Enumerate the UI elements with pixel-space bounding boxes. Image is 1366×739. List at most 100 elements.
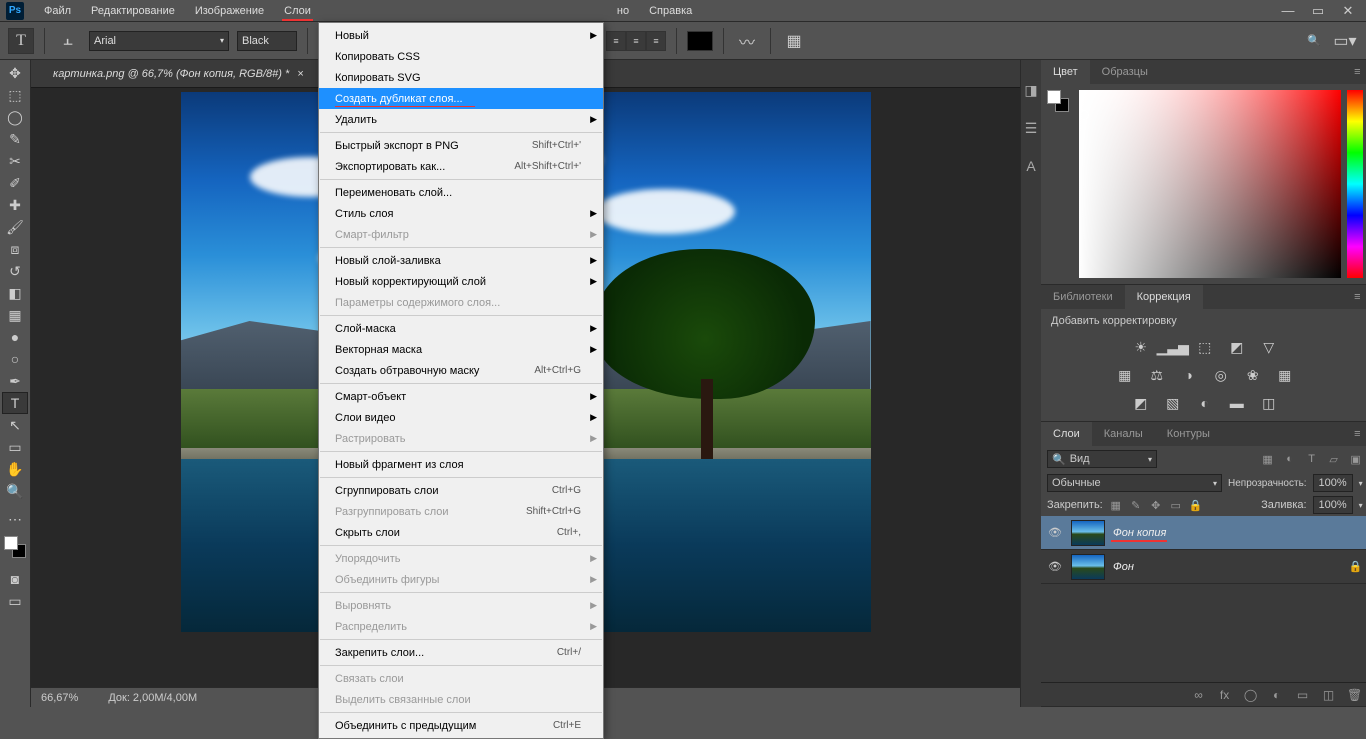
bw-icon[interactable]: ◑ <box>1178 365 1200 385</box>
tab-close-icon[interactable]: × <box>297 68 303 80</box>
workspace-icon[interactable]: ▭▾ <box>1332 28 1358 54</box>
filter-type-select[interactable]: 🔍Вид▾ <box>1047 450 1157 468</box>
stamp-tool-icon[interactable]: ⧈ <box>2 238 28 260</box>
menu-item[interactable]: Скрыть слоиCtrl+, <box>319 522 603 543</box>
panel-menu-icon[interactable]: ≡ <box>1346 291 1366 303</box>
lasso-tool-icon[interactable]: ◯ <box>2 106 28 128</box>
blend-mode-select[interactable]: Обычные▾ <box>1047 474 1222 492</box>
layer-name[interactable]: Фон копия <box>1113 527 1166 539</box>
zoom-tool-icon[interactable]: 🔍 <box>2 480 28 502</box>
group-icon[interactable]: ▭ <box>1295 688 1311 702</box>
selective-icon[interactable]: ◫ <box>1258 393 1280 413</box>
panels-icon[interactable]: ▦ <box>781 28 807 54</box>
balance-icon[interactable]: ⚖ <box>1146 365 1168 385</box>
menu-help[interactable]: Справка <box>639 2 702 20</box>
trash-icon[interactable]: 🗑 <box>1347 688 1363 702</box>
menu-item[interactable]: Копировать SVG <box>319 67 603 88</box>
font-style-select[interactable]: Black <box>237 31 297 51</box>
quick-select-tool-icon[interactable]: ✎ <box>2 128 28 150</box>
gradient-tool-icon[interactable]: ▦ <box>2 304 28 326</box>
close-icon[interactable]: ✕ <box>1334 2 1362 20</box>
vibrance-icon[interactable]: ▽ <box>1258 337 1280 357</box>
tab-adjustments[interactable]: Коррекция <box>1125 285 1203 309</box>
menu-item[interactable]: Копировать CSS <box>319 46 603 67</box>
zoom-level[interactable]: 66,67% <box>41 692 78 704</box>
threshold-icon[interactable]: ◐ <box>1194 393 1216 413</box>
pen-tool-icon[interactable]: ✒ <box>2 370 28 392</box>
rectangle-tool-icon[interactable]: ▭ <box>2 436 28 458</box>
mixer-icon[interactable]: ❀ <box>1242 365 1264 385</box>
hand-tool-icon[interactable]: ✋ <box>2 458 28 480</box>
crop-tool-icon[interactable]: ✂ <box>2 150 28 172</box>
menu-window[interactable]: но <box>607 2 639 20</box>
search-icon[interactable]: 🔍 <box>1304 31 1324 51</box>
posterize-icon[interactable]: ▧ <box>1162 393 1184 413</box>
tab-swatches[interactable]: Образцы <box>1090 60 1160 84</box>
menu-item[interactable]: Удалить▶ <box>319 109 603 130</box>
screenmode-icon[interactable]: ▭ <box>2 590 28 612</box>
type-tool-icon[interactable]: T <box>2 392 28 414</box>
visibility-icon[interactable]: 👁 <box>1047 559 1063 575</box>
history-brush-tool-icon[interactable]: ↺ <box>2 260 28 282</box>
tab-paths[interactable]: Контуры <box>1155 422 1222 446</box>
menu-item[interactable]: Объединить с предыдущимCtrl+E <box>319 715 603 736</box>
tab-layers[interactable]: Слои <box>1041 422 1092 446</box>
tab-libraries[interactable]: Библиотеки <box>1041 285 1125 309</box>
path-tool-icon[interactable]: ↖ <box>2 414 28 436</box>
menu-file[interactable]: Файл <box>34 2 81 20</box>
hue-slider[interactable] <box>1347 90 1363 278</box>
link-icon[interactable]: ∞ <box>1191 688 1207 702</box>
layer-thumb[interactable] <box>1071 554 1105 580</box>
dodge-tool-icon[interactable]: ○ <box>2 348 28 370</box>
lookup-icon[interactable]: ▦ <box>1274 365 1296 385</box>
color-fg-bg[interactable] <box>1047 90 1073 278</box>
layer-row[interactable]: 👁 Фон 🔒 <box>1041 550 1366 584</box>
menu-layers[interactable]: Слои <box>274 2 321 20</box>
new-layer-icon[interactable]: ◫ <box>1321 688 1337 702</box>
tool-preset-icon[interactable]: T <box>8 28 34 54</box>
eraser-tool-icon[interactable]: ◧ <box>2 282 28 304</box>
font-select[interactable]: Arial▾ <box>89 31 229 51</box>
layer-thumb[interactable] <box>1071 520 1105 546</box>
lock-all-icon[interactable]: 🔒 <box>1189 498 1203 512</box>
quickmask-icon[interactable]: ◙ <box>2 568 28 590</box>
panel-menu-icon[interactable]: ≡ <box>1346 428 1366 440</box>
edit-toolbar-icon[interactable]: ⋯ <box>2 508 28 530</box>
layer-row[interactable]: 👁 Фон копия <box>1041 516 1366 550</box>
minimize-icon[interactable]: — <box>1274 2 1302 20</box>
menu-item[interactable]: Смарт-объект▶ <box>319 386 603 407</box>
blur-tool-icon[interactable]: ● <box>2 326 28 348</box>
maximize-icon[interactable]: ▭ <box>1304 2 1332 20</box>
levels-icon[interactable]: ▁▃▅ <box>1162 337 1184 357</box>
menu-image[interactable]: Изображение <box>185 2 274 20</box>
heal-tool-icon[interactable]: ✚ <box>2 194 28 216</box>
document-tab[interactable]: картинка.png @ 66,7% (Фон копия, RGB/8#)… <box>43 62 314 86</box>
align-center-icon[interactable]: ≡ <box>626 31 646 51</box>
menu-item[interactable]: Новый▶ <box>319 25 603 46</box>
menu-item[interactable]: Новый слой-заливка▶ <box>319 250 603 271</box>
menu-item[interactable]: Создать дубликат слоя... <box>319 88 603 109</box>
fx-icon[interactable]: fx <box>1217 688 1233 702</box>
visibility-icon[interactable]: 👁 <box>1047 525 1063 541</box>
filter-type-icon[interactable]: T <box>1305 452 1319 466</box>
panel-menu-icon[interactable]: ≡ <box>1346 66 1366 78</box>
warp-text-icon[interactable]: 〰 <box>734 28 760 54</box>
menu-item[interactable]: Экспортировать как...Alt+Shift+Ctrl+' <box>319 156 603 177</box>
text-color-swatch[interactable] <box>687 31 713 51</box>
curves-icon[interactable]: ⬚ <box>1194 337 1216 357</box>
align-left-icon[interactable]: ≡ <box>606 31 626 51</box>
filter-shape-icon[interactable]: ▱ <box>1327 452 1341 466</box>
layer-name[interactable]: Фон <box>1113 561 1134 573</box>
brightness-icon[interactable]: ☀ <box>1130 337 1152 357</box>
fg-bg-colors[interactable] <box>2 534 28 564</box>
move-tool-icon[interactable]: ✥ <box>2 62 28 84</box>
fill-input[interactable]: 100% <box>1313 496 1353 514</box>
lock-pixels-icon[interactable]: ▦ <box>1109 498 1123 512</box>
align-right-icon[interactable]: ≡ <box>646 31 666 51</box>
lock-position-icon[interactable]: ✥ <box>1149 498 1163 512</box>
tab-color[interactable]: Цвет <box>1041 60 1090 84</box>
history-panel-icon[interactable]: ◨ <box>1021 80 1041 100</box>
properties-panel-icon[interactable]: ☰ <box>1021 118 1041 138</box>
filter-pixel-icon[interactable]: ▦ <box>1261 452 1275 466</box>
opacity-input[interactable]: 100% <box>1313 474 1353 492</box>
